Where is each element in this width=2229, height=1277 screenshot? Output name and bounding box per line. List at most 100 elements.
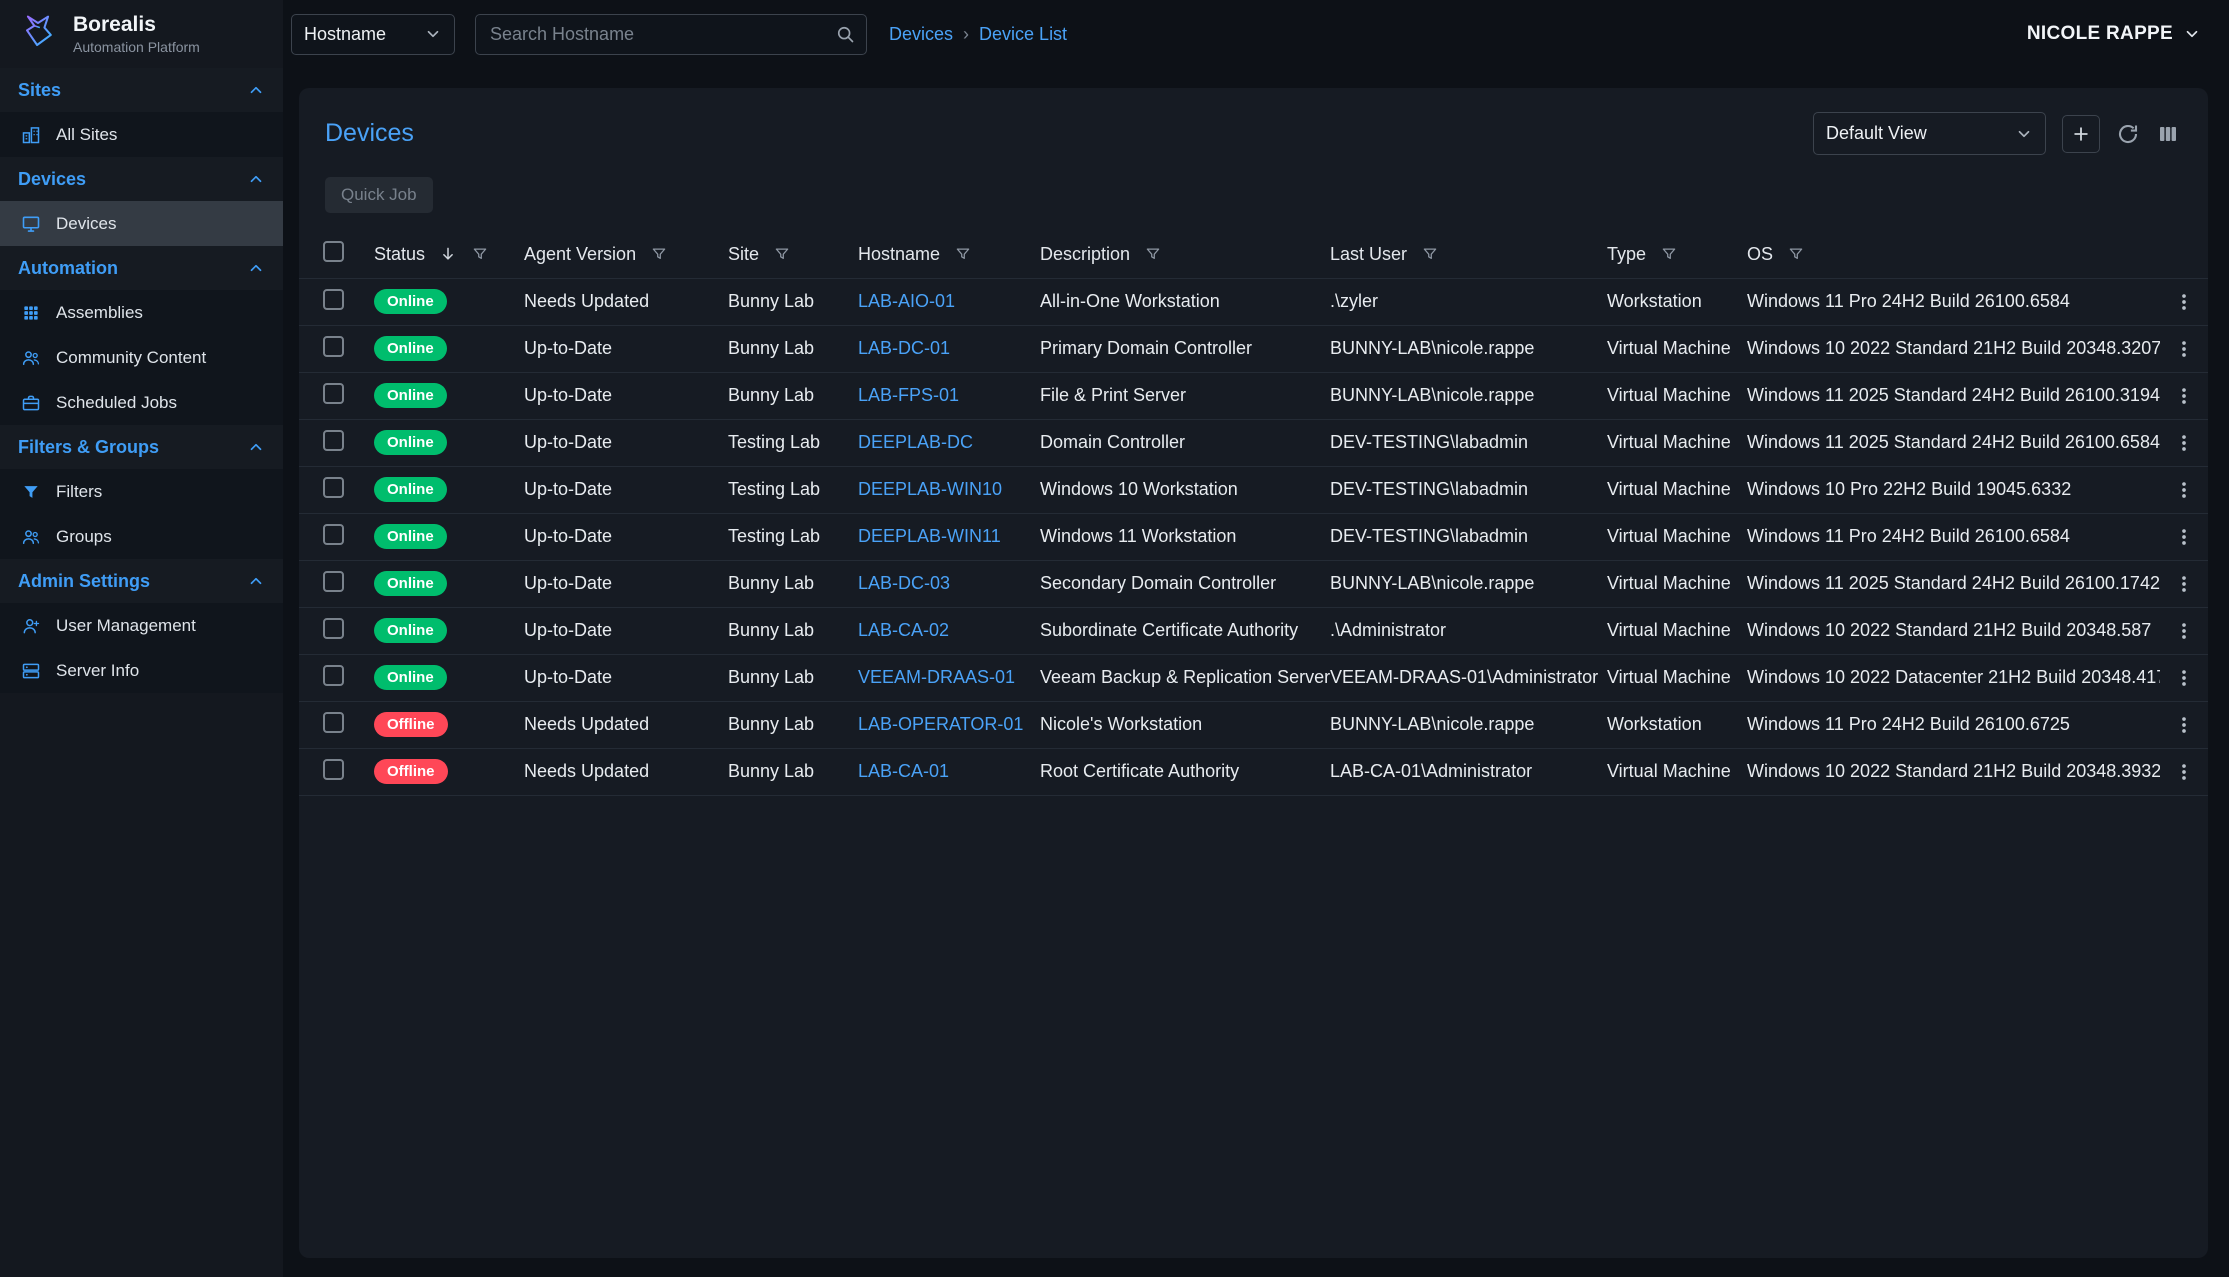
type-cell: Virtual Machine (1607, 513, 1747, 560)
hostname-link[interactable]: DEEPLAB-WIN11 (858, 526, 1001, 546)
column-header-status[interactable]: Status (374, 231, 524, 278)
column-header-last-user[interactable]: Last User (1330, 231, 1607, 278)
sidebar-section-automation[interactable]: Automation (0, 246, 283, 290)
hostname-link[interactable]: DEEPLAB-DC (858, 432, 973, 452)
row-checkbox[interactable] (323, 665, 344, 686)
filter-icon[interactable] (1421, 245, 1439, 263)
filter-icon[interactable] (1787, 245, 1805, 263)
row-checkbox[interactable] (323, 524, 344, 545)
sidebar-item-server-info[interactable]: Server Info (0, 648, 283, 693)
search-input[interactable] (475, 14, 867, 55)
row-checkbox[interactable] (323, 618, 344, 639)
device-row-veeam-draas-01: OnlineUp-to-DateBunny LabVEEAM-DRAAS-01V… (299, 654, 2208, 701)
filter-icon[interactable] (773, 245, 791, 263)
status-badge: Online (374, 618, 447, 643)
filter-icon[interactable] (1144, 245, 1162, 263)
hostname-link[interactable]: VEEAM-DRAAS-01 (858, 667, 1015, 687)
select-all-checkbox[interactable] (323, 241, 344, 262)
column-header-os[interactable]: OS (1747, 231, 2160, 278)
user-menu[interactable]: NICOLE RAPPE (2027, 23, 2201, 45)
header-actions-cell (2160, 231, 2208, 278)
sidebar-item-all-sites[interactable]: All Sites (0, 112, 283, 157)
row-checkbox[interactable] (323, 571, 344, 592)
row-actions-button[interactable] (2160, 573, 2208, 595)
column-header-type[interactable]: Type (1607, 231, 1747, 278)
column-header-site[interactable]: Site (728, 231, 858, 278)
hostname-link[interactable]: DEEPLAB-WIN10 (858, 479, 1002, 499)
sidebar-section-devices[interactable]: Devices (0, 157, 283, 201)
kebab-icon (2173, 761, 2195, 783)
sidebar-section-filters-groups[interactable]: Filters & Groups (0, 425, 283, 469)
sidebar-section-admin-settings[interactable]: Admin Settings (0, 559, 283, 603)
sidebar-item-filters[interactable]: Filters (0, 469, 283, 514)
kebab-icon (2173, 526, 2195, 548)
agent-version-cell: Up-to-Date (524, 372, 728, 419)
type-cell: Virtual Machine (1607, 325, 1747, 372)
breadcrumb-parent[interactable]: Devices (889, 24, 953, 45)
column-header-hostname[interactable]: Hostname (858, 231, 1040, 278)
row-actions-button[interactable] (2160, 667, 2208, 689)
sidebar-item-scheduled-jobs[interactable]: Scheduled Jobs (0, 380, 283, 425)
row-checkbox[interactable] (323, 383, 344, 404)
row-actions-button[interactable] (2160, 761, 2208, 783)
hostname-link[interactable]: LAB-FPS-01 (858, 385, 959, 405)
row-actions-button[interactable] (2160, 714, 2208, 736)
row-checkbox[interactable] (323, 477, 344, 498)
row-actions-button[interactable] (2160, 620, 2208, 642)
columns-button[interactable] (2156, 122, 2180, 146)
hostname-link[interactable]: LAB-OPERATOR-01 (858, 714, 1023, 734)
row-checkbox[interactable] (323, 336, 344, 357)
breadcrumb-current[interactable]: Device List (979, 24, 1067, 45)
sidebar-section-label: Filters & Groups (18, 437, 159, 458)
breadcrumb: Devices › Device List (889, 24, 1067, 45)
sidebar-item-groups[interactable]: Groups (0, 514, 283, 559)
row-actions-button[interactable] (2160, 385, 2208, 407)
sidebar-item-community-content[interactable]: Community Content (0, 335, 283, 380)
sidebar-item-label: Filters (56, 482, 102, 502)
hostname-link[interactable]: LAB-DC-01 (858, 338, 950, 358)
row-actions-button[interactable] (2160, 526, 2208, 548)
sidebar-item-user-management[interactable]: User Management (0, 603, 283, 648)
column-header-agent-version[interactable]: Agent Version (524, 231, 728, 278)
filter-icon[interactable] (954, 245, 972, 263)
filter-icon[interactable] (471, 245, 489, 263)
refresh-button[interactable] (2116, 122, 2140, 146)
column-header-description[interactable]: Description (1040, 231, 1330, 278)
last-user-cell: BUNNY-LAB\nicole.rappe (1330, 325, 1607, 372)
row-actions-button[interactable] (2160, 338, 2208, 360)
sidebar-section-sites[interactable]: Sites (0, 68, 283, 112)
site-cell: Bunny Lab (728, 325, 858, 372)
row-actions-button[interactable] (2160, 479, 2208, 501)
columns-icon (2156, 122, 2180, 146)
site-cell: Bunny Lab (728, 560, 858, 607)
description-cell: Windows 11 Workstation (1040, 513, 1330, 560)
hostname-link[interactable]: LAB-CA-02 (858, 620, 949, 640)
quick-job-button[interactable]: Quick Job (325, 177, 433, 213)
type-cell: Virtual Machine (1607, 372, 1747, 419)
search-icon[interactable] (835, 24, 855, 44)
row-actions-button[interactable] (2160, 291, 2208, 313)
filter-icon[interactable] (650, 245, 668, 263)
add-view-button[interactable] (2062, 115, 2100, 153)
column-label: Status (374, 244, 425, 265)
hostname-link[interactable]: LAB-AIO-01 (858, 291, 955, 311)
sidebar-section-label: Sites (18, 80, 61, 101)
agent-version-cell: Up-to-Date (524, 466, 728, 513)
status-badge: Online (374, 571, 447, 596)
row-actions-button[interactable] (2160, 432, 2208, 454)
os-cell: Windows 11 Pro 24H2 Build 26100.6725 (1747, 701, 2160, 748)
row-checkbox[interactable] (323, 430, 344, 451)
row-checkbox[interactable] (323, 712, 344, 733)
sidebar-item-assemblies[interactable]: Assemblies (0, 290, 283, 335)
sidebar-item-devices[interactable]: Devices (0, 201, 283, 246)
search-field-select[interactable]: Hostname (291, 14, 455, 55)
row-checkbox[interactable] (323, 759, 344, 780)
filter-icon[interactable] (1660, 245, 1678, 263)
kebab-icon (2173, 714, 2195, 736)
device-row-deeplab-win10: OnlineUp-to-DateTesting LabDEEPLAB-WIN10… (299, 466, 2208, 513)
sidebar-section-label: Admin Settings (18, 571, 150, 592)
row-checkbox[interactable] (323, 289, 344, 310)
view-select[interactable]: Default View (1813, 112, 2046, 155)
hostname-link[interactable]: LAB-CA-01 (858, 761, 949, 781)
hostname-link[interactable]: LAB-DC-03 (858, 573, 950, 593)
